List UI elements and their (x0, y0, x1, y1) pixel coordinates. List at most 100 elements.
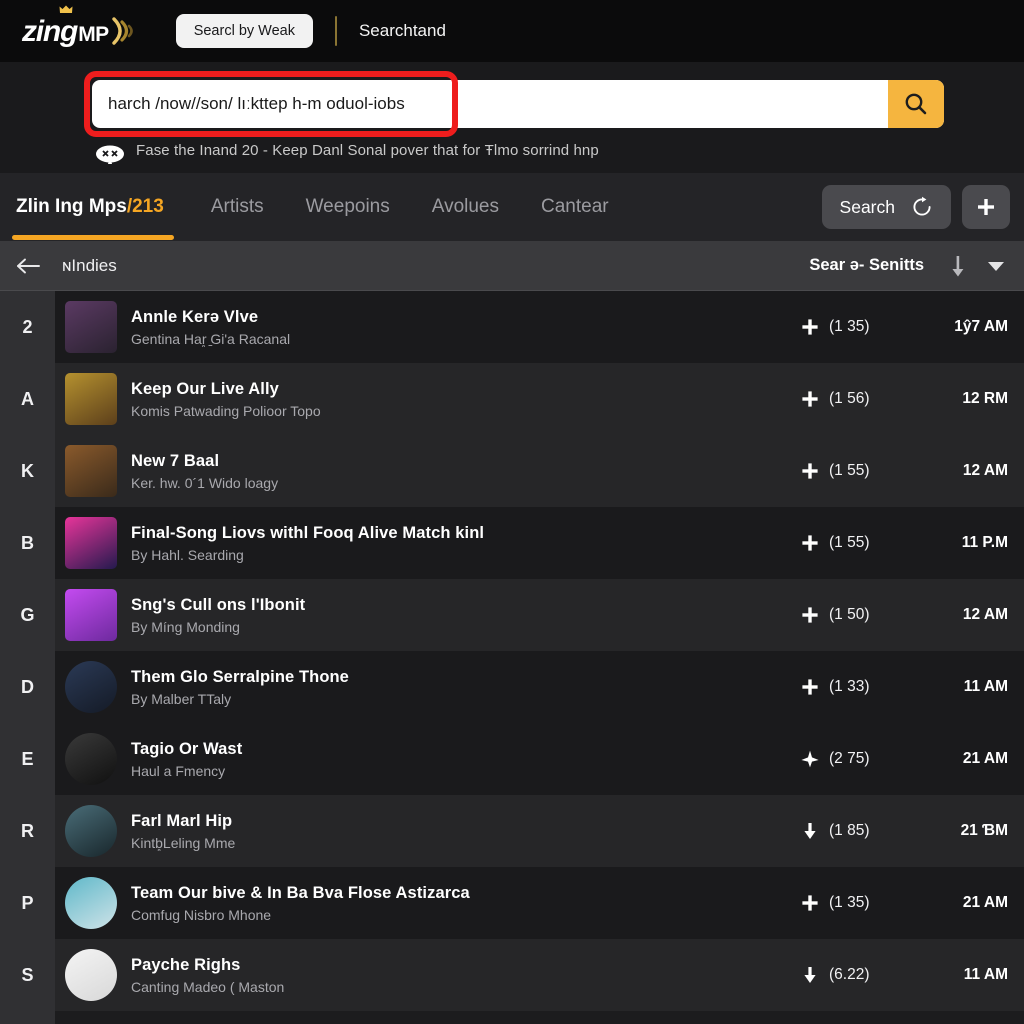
table-row[interactable]: Farl Marl Hip Kintb̥Leling Mme (1 85) 21 ƁM (55, 795, 1024, 867)
nav-search-label: Search (839, 196, 895, 217)
row-thumbnail (65, 877, 117, 929)
logo-text-secondary: MP (78, 23, 109, 46)
row-count-column: (2 75) (800, 749, 928, 769)
table-row[interactable]: Keep Our Live Ally Komis Patwading Polioo… (55, 363, 1024, 435)
table-row[interactable]: Final-Song Liovs withl Fooq Alive Match … (55, 507, 1024, 579)
refresh-icon (913, 196, 931, 216)
sub-header: ɴIndies Sear ə- Senitts (0, 241, 1024, 291)
search-input[interactable] (92, 80, 888, 128)
row-count-column: (1 55) (800, 461, 928, 481)
row-count: (2 75) (829, 750, 870, 767)
table-row[interactable]: New 7 Baal Ker. hw. 0´1 Wido loagy (1 55) 1… (55, 435, 1024, 507)
rail-letter[interactable]: B (0, 507, 55, 579)
row-title: Payche Righs (131, 955, 241, 974)
row-action-button[interactable] (800, 893, 820, 913)
rail-letter[interactable]: K (0, 435, 55, 507)
sort-label[interactable]: Sear ə- Senitts (809, 256, 924, 275)
tab-zling-mps[interactable]: Zlin Ing Mps/213 (12, 196, 190, 240)
row-action-button[interactable] (800, 605, 820, 625)
row-time: 11 AM (963, 678, 1008, 695)
row-artist: Gentina Har̥ ̱Giʹa Racanal (131, 330, 291, 347)
search-by-week-button[interactable]: Searcl by Weak (175, 14, 313, 48)
tab-cantear[interactable]: Cantear (520, 196, 630, 218)
row-thumbnail (65, 301, 117, 353)
row-count: (1 33) (829, 678, 870, 695)
tab-weepoins[interactable]: Weepoins (285, 196, 411, 218)
sound-wave-icon (111, 17, 133, 45)
row-meta: Farl Marl Hip Kintb̥Leling Mme (131, 812, 800, 851)
row-thumbnail (65, 661, 117, 713)
table-row[interactable]: Sng's Cull ons l'Ibonit By Míng Monding (1… (55, 579, 1024, 651)
row-action-button[interactable] (800, 749, 820, 769)
row-meta: Them Glo Serralpine Thone By Malber TTaly (131, 668, 800, 707)
row-title: Farl Marl Hip (131, 811, 233, 830)
zingmp-logo[interactable]: zing MP (22, 5, 136, 48)
back-arrow-icon[interactable] (14, 255, 44, 277)
plus-icon (802, 895, 818, 911)
plus-icon (802, 679, 818, 695)
row-title: Team Our bive & In Ba Bva Flose Astizarc… (131, 883, 470, 902)
row-title: Sng's Cull ons l'Ibonit (131, 595, 306, 614)
row-artist: Haul a Fmency (131, 762, 226, 779)
nav-add-button[interactable] (962, 185, 1010, 229)
row-time: 21 AM (962, 894, 1008, 911)
row-count: (6.22) (829, 966, 870, 983)
row-artist: By Malber TTaly (131, 690, 232, 707)
table-row[interactable]: Payche Righs Canting Madeo ( Maston (6.22)… (55, 939, 1024, 1011)
row-artist: Canting Madeo ( Maston (131, 978, 285, 995)
rail-letter[interactable]: G (0, 579, 55, 651)
row-count: (1 35) (829, 318, 870, 335)
row-title: Final-Song Liovs withl Fooq Alive Match … (131, 523, 485, 542)
row-thumbnail (65, 445, 117, 497)
breadcrumb[interactable]: ɴIndies (62, 256, 117, 276)
row-action-button[interactable] (800, 677, 820, 697)
tab-artists[interactable]: Artists (190, 196, 285, 218)
row-action-button[interactable] (800, 821, 820, 841)
rail-letter[interactable]: 2 (0, 291, 55, 363)
row-thumbnail (65, 373, 117, 425)
row-meta: Team Our bive & In Ba Bva Flose Astizarc… (131, 884, 800, 923)
row-artist: Komis Patwading Polioor Topo (131, 402, 321, 419)
search-band: Fase the Inand 20 - Keep Danl Sonal pove… (0, 62, 1024, 173)
rail-letter[interactable]: R (0, 795, 55, 867)
rail-letter[interactable]: A (0, 363, 55, 435)
row-count: (1 35) (829, 894, 870, 911)
sort-descending-icon[interactable] (950, 254, 966, 278)
table-row[interactable]: Them Glo Serralpine Thone By Malber TTaly… (55, 651, 1024, 723)
rail-letter[interactable]: D (0, 651, 55, 723)
row-time: 12 RM (962, 390, 1008, 407)
row-action-button[interactable] (800, 533, 820, 553)
row-meta: Tagio Or Wast Haul a Fmency (131, 740, 800, 779)
row-meta: Sng's Cull ons l'Ibonit By Míng Monding (131, 596, 800, 635)
rail-letter[interactable]: E (0, 723, 55, 795)
row-action-button[interactable] (800, 317, 820, 337)
searchtand-link[interactable]: Searchtand (359, 21, 446, 41)
logo-text-primary: zing (22, 15, 78, 48)
row-count-column: (1 55) (800, 533, 928, 553)
plus-icon (802, 463, 818, 479)
search-submit-button[interactable] (888, 80, 944, 128)
row-time: 12 AM (962, 462, 1008, 479)
nav-search-button[interactable]: Search (821, 185, 951, 229)
table-row[interactable]: Tagio Or Wast Haul a Fmency (2 75) 21 AM (55, 723, 1024, 795)
rail-letter[interactable]: P (0, 867, 55, 939)
tab-avolues[interactable]: Avolues (411, 196, 520, 218)
search-subtitle: Fase the Inand 20 - Keep Danl Sonal pove… (136, 142, 599, 159)
plus-icon (802, 535, 818, 551)
rail-letter[interactable]: S (0, 939, 55, 1011)
row-title: Annle Kerə Vlve (131, 307, 259, 326)
row-action-button[interactable] (800, 389, 820, 409)
row-action-button[interactable] (800, 461, 820, 481)
chevron-down-icon[interactable] (986, 259, 1006, 273)
download-icon (804, 823, 816, 839)
row-time: 1ŷ7 AM (954, 318, 1008, 335)
table-row[interactable]: Team Our bive & In Ba Bva Flose Astizarc… (55, 867, 1024, 939)
nav-tab-bar: Zlin Ing Mps/213 Artists Weepoins Avolue… (0, 173, 1024, 241)
row-thumbnail (65, 589, 117, 641)
row-title: Tagio Or Wast (131, 739, 243, 758)
table-row[interactable]: Annle Kerə Vlve Gentina Har̥ ̱Giʹa Racana… (55, 291, 1024, 363)
search-icon (905, 93, 927, 115)
row-artist: Ker. hw. 0´1 Wido loagy (131, 474, 279, 491)
row-thumbnail (65, 733, 117, 785)
row-action-button[interactable] (800, 965, 820, 985)
